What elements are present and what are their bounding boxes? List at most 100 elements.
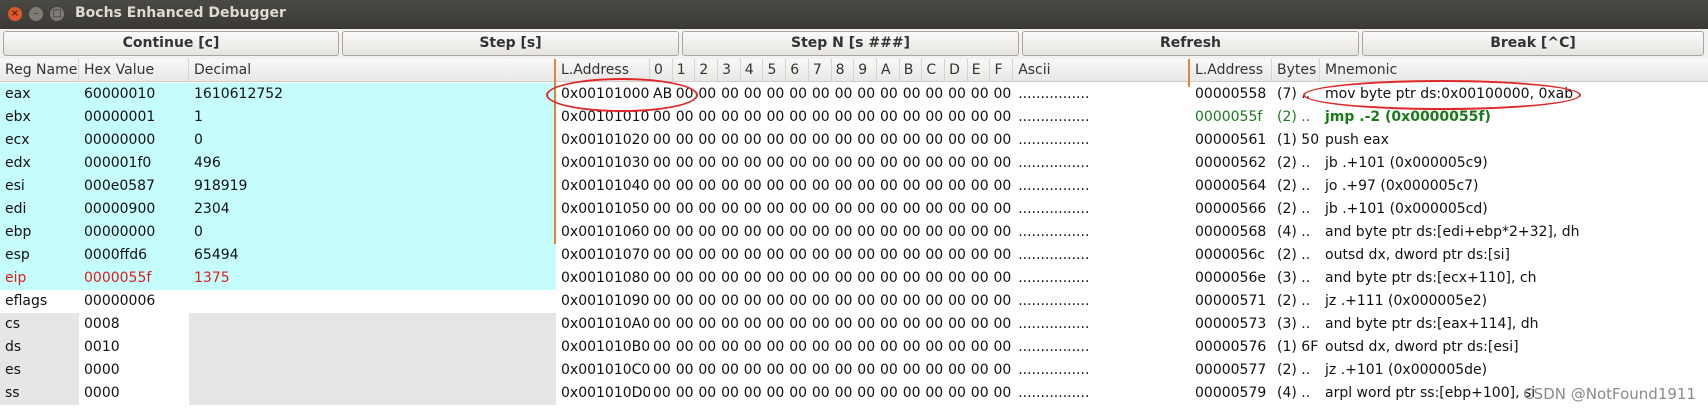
column-byte-6[interactable]: 6	[786, 59, 809, 82]
disasm-mnemonic: outsd dx, dword ptr ds:[esi]	[1325, 339, 1519, 355]
column-address[interactable]: L.Address	[1190, 59, 1272, 82]
memory-row[interactable]: 0x001010A0 00 00 00 00 00 00 00 00 00 00 00 00 00 00 00…	[556, 313, 1190, 336]
memory-byte: 00	[653, 385, 671, 401]
memory-row[interactable]: 0x001010C0 00 00 00 00 00 00 00 00 00 00 00 00 00 00 00…	[556, 359, 1190, 382]
column-byte-7[interactable]: 7	[809, 59, 832, 82]
disasm-row[interactable]: 0000056c (2) .. outsd dx, dword ptr ds:[si…	[1190, 244, 1708, 267]
memory-byte: 00	[970, 339, 989, 355]
column-byte-2[interactable]: 2	[695, 59, 719, 82]
memory-byte: 00	[698, 109, 717, 125]
step-n-button[interactable]: Step N [s ###]	[682, 31, 1019, 56]
memory-byte: 00	[653, 270, 671, 286]
memory-row[interactable]: 0x00101070 00 00 00 00 00 00 00 00 00 00 00 00 00 00 00…	[556, 244, 1190, 267]
disasm-row[interactable]: 00000568 (4) .. and byte ptr ds:[edi+ebp*2…	[1190, 221, 1708, 244]
column-byte-C[interactable]: C	[922, 59, 946, 82]
column-decimal[interactable]: Decimal	[189, 59, 556, 82]
memory-byte: 00	[880, 109, 898, 125]
memory-row[interactable]: 0x00101060 00 00 00 00 00 00 00 00 00 00 00 00 00 00 00…	[556, 221, 1190, 244]
minimize-button[interactable]: –	[29, 7, 43, 21]
memory-byte: 00	[653, 362, 671, 378]
disasm-row[interactable]: 0000056e (3) .. and byte ptr ds:[ecx+110],…	[1190, 267, 1708, 290]
register-row-esp[interactable]: esp 0000ffd6 65494	[0, 244, 556, 267]
column-byte-5[interactable]: 5	[764, 59, 787, 82]
column-byte-F[interactable]: F	[991, 59, 1014, 82]
break-button[interactable]: Break [^C]	[1362, 31, 1704, 56]
close-button[interactable]: ×	[8, 7, 22, 21]
memory-ascii: ................	[1018, 362, 1090, 378]
register-row-ss[interactable]: ss 0000	[0, 382, 556, 405]
memory-panel: L.Address 0 1 2 3 4 5 6 7 8 9 A B C D E F Ascii 0x0010100…	[556, 59, 1190, 409]
disasm-row[interactable]: 00000564 (2) .. jo .+97 (0x000005c7)	[1190, 175, 1708, 198]
register-row-es[interactable]: es 0000	[0, 359, 556, 382]
memory-byte: 00	[834, 362, 853, 378]
register-row-cs[interactable]: cs 0008	[0, 313, 556, 336]
memory-row[interactable]: 0x001010B0 00 00 00 00 00 00 00 00 00 00 00 00 00 00 00…	[556, 336, 1190, 359]
register-row-esi[interactable]: esi 000e0587 918919	[0, 175, 556, 198]
disasm-row[interactable]: 00000577 (2) .. jz .+101 (0x000005de)	[1190, 359, 1708, 382]
register-row-eax[interactable]: eax 60000010 1610612752	[0, 83, 556, 106]
column-byte-D[interactable]: D	[945, 59, 968, 82]
memory-address: 0x00101030	[561, 155, 650, 171]
memory-byte: 00	[970, 247, 989, 263]
memory-byte: 00	[789, 270, 808, 286]
register-row-eflags[interactable]: eflags 00000006	[0, 290, 556, 313]
memory-byte: 00	[880, 86, 898, 102]
memory-row[interactable]: 0x00101040 00 00 00 00 00 00 00 00 00 00 00 00 00 00 00…	[556, 175, 1190, 198]
memory-byte: 00	[721, 293, 739, 309]
memory-row[interactable]: 0x00101030 00 00 00 00 00 00 00 00 00 00 00 00 00 00 00…	[556, 152, 1190, 175]
column-bytes[interactable]: Bytes	[1272, 59, 1320, 82]
register-name: ecx	[0, 129, 79, 152]
memory-row[interactable]: 0x00101090 00 00 00 00 00 00 00 00 00 00 00 00 00 00 00…	[556, 290, 1190, 313]
column-mnemonic[interactable]: Mnemonic	[1320, 59, 1708, 82]
memory-byte: 00	[789, 201, 808, 217]
maximize-button[interactable]: □	[50, 7, 64, 21]
memory-address: 0x00101060	[561, 224, 650, 240]
memory-ascii: ................	[1018, 316, 1090, 332]
memory-row[interactable]: 0x00101020 00 00 00 00 00 00 00 00 00 00 00 00 00 00 00…	[556, 129, 1190, 152]
memory-byte: 00	[811, 224, 830, 240]
column-ascii[interactable]: Ascii	[1013, 59, 1190, 82]
memory-ascii: ................	[1018, 155, 1090, 171]
memory-byte: 00	[948, 132, 966, 148]
register-row-ecx[interactable]: ecx 00000000 0	[0, 129, 556, 152]
memory-byte: 00	[857, 109, 876, 125]
memory-ascii: ................	[1018, 178, 1090, 194]
register-row-edx[interactable]: edx 000001f0 496	[0, 152, 556, 175]
register-row-edi[interactable]: edi 00000900 2304	[0, 198, 556, 221]
continue-button[interactable]: Continue [c]	[3, 31, 339, 56]
column-byte-8[interactable]: 8	[832, 59, 855, 82]
register-decimal: 496	[189, 152, 556, 175]
memory-byte: 00	[948, 293, 966, 309]
disasm-row[interactable]: 00000573 (3) .. and byte ptr ds:[eax+114],…	[1190, 313, 1708, 336]
memory-byte: 00	[766, 201, 785, 217]
column-byte-3[interactable]: 3	[718, 59, 741, 82]
column-reg-name[interactable]: Reg Name	[0, 59, 79, 82]
memory-byte: 00	[766, 109, 785, 125]
disasm-row[interactable]: 00000566 (2) .. jb .+101 (0x000005cd)	[1190, 198, 1708, 221]
register-row-ds[interactable]: ds 0010	[0, 336, 556, 359]
column-hex-value[interactable]: Hex Value	[79, 59, 189, 82]
memory-byte: 00	[675, 247, 694, 263]
memory-row[interactable]: 0x00101080 00 00 00 00 00 00 00 00 00 00 00 00 00 00 00…	[556, 267, 1190, 290]
register-row-ebp[interactable]: ebp 00000000 0	[0, 221, 556, 244]
column-byte-1[interactable]: 1	[673, 59, 696, 82]
column-byte-9[interactable]: 9	[854, 59, 877, 82]
step-button[interactable]: Step [s]	[342, 31, 679, 56]
column-byte-E[interactable]: E	[968, 59, 991, 82]
disasm-row[interactable]: 00000576 (1) 6F outsd dx, dword ptr ds:[es…	[1190, 336, 1708, 359]
column-byte-A[interactable]: A	[877, 59, 900, 82]
column-byte-B[interactable]: B	[900, 59, 923, 82]
disasm-address: 0000056c	[1195, 247, 1266, 263]
memory-row[interactable]: 0x001010D0 00 00 00 00 00 00 00 00 00 00 00 00 00 00 00…	[556, 382, 1190, 405]
disasm-row[interactable]: 00000561 (1) 50 push eax	[1190, 129, 1708, 152]
memory-byte: 00	[948, 362, 966, 378]
memory-row[interactable]: 0x00101050 00 00 00 00 00 00 00 00 00 00 00 00 00 00 00…	[556, 198, 1190, 221]
refresh-button[interactable]: Refresh	[1022, 31, 1359, 56]
disasm-row[interactable]: 00000562 (2) .. jb .+101 (0x000005c9)	[1190, 152, 1708, 175]
memory-byte: 00	[880, 178, 898, 194]
column-byte-4[interactable]: 4	[741, 59, 764, 82]
register-row-eip[interactable]: eip 0000055f 1375	[0, 267, 556, 290]
memory-byte: 00	[766, 224, 785, 240]
register-row-ebx[interactable]: ebx 00000001 1	[0, 106, 556, 129]
disasm-row[interactable]: 00000571 (2) .. jz .+111 (0x000005e2)	[1190, 290, 1708, 313]
